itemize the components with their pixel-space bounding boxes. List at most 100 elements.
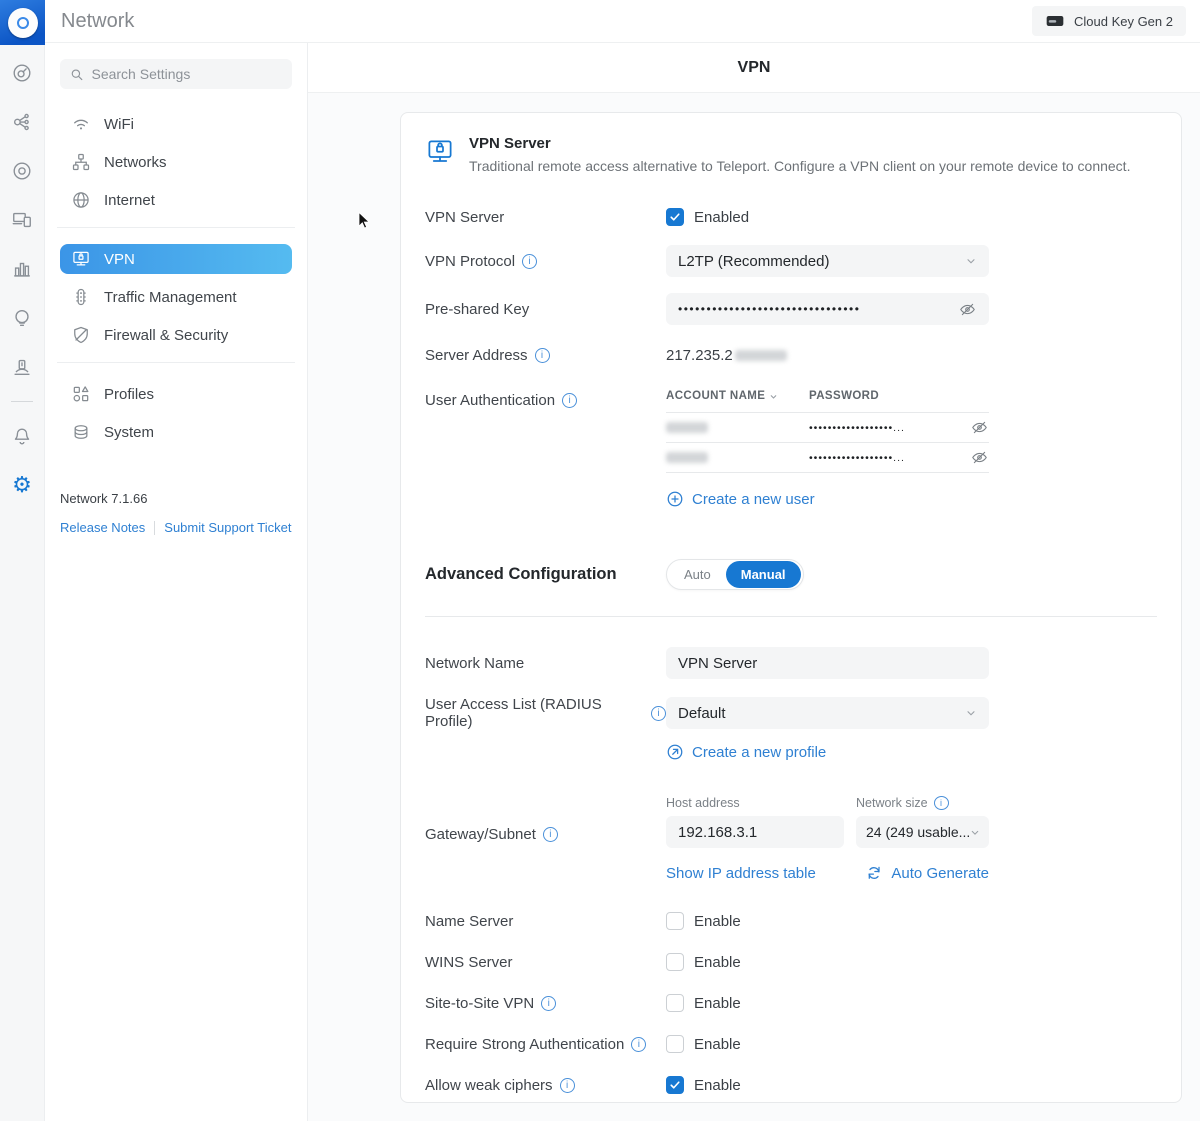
network-name-label: Network Name xyxy=(425,654,525,672)
advanced-configuration-heading: Advanced Configuration xyxy=(425,565,617,583)
vpn-server-icon xyxy=(425,137,455,167)
site-to-site-vpn-checkbox[interactable] xyxy=(666,994,684,1012)
sidebar-item-networks[interactable]: Networks xyxy=(60,147,292,177)
notifications-icon[interactable] xyxy=(10,424,34,448)
settings-gear-icon[interactable]: ⚙ xyxy=(10,473,34,497)
pre-shared-key-masked: •••••••••••••••••••••••••••••••• xyxy=(678,302,861,316)
eye-off-icon[interactable] xyxy=(970,448,989,467)
radius-profile-value: Default xyxy=(678,704,726,722)
show-ip-address-table-link[interactable]: Show IP address table xyxy=(666,865,816,882)
sidebar-item-label: Traffic Management xyxy=(104,288,237,306)
eye-off-icon[interactable] xyxy=(970,418,989,437)
sidebar-item-profiles[interactable]: Profiles xyxy=(60,379,292,409)
section-description: Traditional remote access alternative to… xyxy=(469,158,1131,174)
traffic-light-icon xyxy=(71,287,91,307)
info-icon[interactable] xyxy=(651,705,666,721)
devices-icon[interactable] xyxy=(10,159,34,183)
redacted-account-name xyxy=(666,422,708,433)
insights-icon[interactable] xyxy=(10,306,34,330)
hotspot-icon[interactable] xyxy=(10,355,34,379)
auto-generate-link[interactable]: Auto Generate xyxy=(865,864,989,882)
statistics-icon[interactable] xyxy=(10,257,34,281)
sidebar-item-traffic-management[interactable]: Traffic Management xyxy=(60,282,292,312)
user-auth-table: ACCOUNT NAME PASSWORD ••••••••••••••••••… xyxy=(666,390,989,473)
allow-weak-ciphers-checkbox[interactable] xyxy=(666,1076,684,1094)
external-link-circle-icon xyxy=(667,744,683,760)
auto-manual-toggle: Auto Manual xyxy=(666,559,804,590)
app-title: Network xyxy=(61,9,135,32)
table-row[interactable]: ••••••••••••••••••... xyxy=(666,443,989,473)
info-icon[interactable] xyxy=(542,827,558,842)
table-row[interactable]: ••••••••••••••••••... xyxy=(666,413,989,443)
column-account-name[interactable]: ACCOUNT NAME xyxy=(666,390,809,402)
host-address-input[interactable] xyxy=(678,823,832,841)
clients-icon[interactable] xyxy=(10,208,34,232)
password-masked: ••••••••••••••••••... xyxy=(809,421,905,434)
site-to-site-vpn-label: Site-to-Site VPN xyxy=(425,995,666,1012)
pre-shared-key-field[interactable]: •••••••••••••••••••••••••••••••• xyxy=(666,293,989,325)
name-server-checkbox[interactable] xyxy=(666,912,684,930)
rail-divider xyxy=(11,401,33,402)
dashboard-icon[interactable] xyxy=(10,61,34,85)
refresh-icon xyxy=(868,866,881,879)
toggle-manual[interactable]: Manual xyxy=(725,561,801,588)
redacted-account-name xyxy=(666,452,708,463)
submit-support-ticket-link[interactable]: Submit Support Ticket xyxy=(164,520,291,535)
server-address-value: 217.235.2 xyxy=(666,347,733,364)
vpn-protocol-label: VPN Protocol xyxy=(425,253,666,270)
search-input[interactable] xyxy=(91,66,282,82)
network-size-select[interactable]: 24 (249 usable... xyxy=(856,816,989,848)
info-icon[interactable] xyxy=(541,995,557,1011)
network-size-label: Network size xyxy=(856,796,989,810)
icon-rail: ⚙ xyxy=(0,0,45,1121)
sort-icon xyxy=(771,394,777,399)
toggle-auto[interactable]: Auto xyxy=(669,561,726,588)
info-icon[interactable] xyxy=(559,1077,575,1093)
sidebar-divider xyxy=(57,227,295,228)
host-address-field xyxy=(666,816,844,848)
release-notes-link[interactable]: Release Notes xyxy=(60,520,145,535)
device-badge-label: Cloud Key Gen 2 xyxy=(1073,13,1173,29)
host-address-label: Host address xyxy=(666,796,740,810)
sidebar-item-wifi[interactable]: WiFi xyxy=(60,109,292,139)
gateway-subnet-label: Gateway/Subnet xyxy=(425,826,666,843)
column-password[interactable]: PASSWORD xyxy=(809,390,989,402)
vpn-server-enabled-checkbox[interactable] xyxy=(666,208,684,226)
device-badge[interactable]: Cloud Key Gen 2 xyxy=(1031,6,1186,36)
info-icon[interactable] xyxy=(631,1036,647,1052)
chevron-down-icon xyxy=(967,711,975,716)
network-name-input[interactable] xyxy=(678,654,977,672)
info-icon[interactable] xyxy=(534,348,550,363)
search-settings-box[interactable] xyxy=(60,59,292,89)
vpn-server-card: VPN Server Traditional remote access alt… xyxy=(400,112,1182,1103)
unifi-logo-disc xyxy=(7,7,38,38)
eye-off-icon[interactable] xyxy=(958,300,977,319)
system-stack-icon xyxy=(71,422,91,442)
allow-weak-ciphers-label: Allow weak ciphers xyxy=(425,1077,666,1094)
wifi-icon xyxy=(71,114,91,134)
unifi-logo[interactable] xyxy=(0,0,45,45)
sidebar-item-label: Internet xyxy=(104,191,155,209)
require-strong-auth-checkbox[interactable] xyxy=(666,1035,684,1053)
network-size-value: 24 (249 usable... xyxy=(866,824,969,840)
sidebar-item-internet[interactable]: Internet xyxy=(60,185,292,215)
create-new-user-link[interactable]: Create a new user xyxy=(666,490,815,508)
sidebar-item-firewall-security[interactable]: Firewall & Security xyxy=(60,320,292,350)
main-content: VPN VPN Server Traditional remote access… xyxy=(308,43,1200,1121)
sidebar-divider xyxy=(57,362,295,363)
top-bar: Network Cloud Key Gen 2 xyxy=(45,0,1200,43)
wins-server-checkbox[interactable] xyxy=(666,953,684,971)
internet-globe-icon xyxy=(71,190,91,210)
info-icon[interactable] xyxy=(522,253,538,269)
info-icon[interactable] xyxy=(933,796,949,810)
wins-server-label: WINS Server xyxy=(425,953,513,971)
sidebar-item-system[interactable]: System xyxy=(60,417,292,447)
vpn-protocol-select[interactable]: L2TP (Recommended) xyxy=(666,245,989,277)
chevron-down-icon xyxy=(971,830,979,835)
topology-icon[interactable] xyxy=(10,110,34,134)
info-icon[interactable] xyxy=(562,393,578,408)
firewall-shield-icon xyxy=(71,325,91,345)
radius-profile-select[interactable]: Default xyxy=(666,697,989,729)
sidebar-item-vpn[interactable]: VPN xyxy=(60,244,292,274)
create-new-profile-link[interactable]: Create a new profile xyxy=(666,743,826,761)
